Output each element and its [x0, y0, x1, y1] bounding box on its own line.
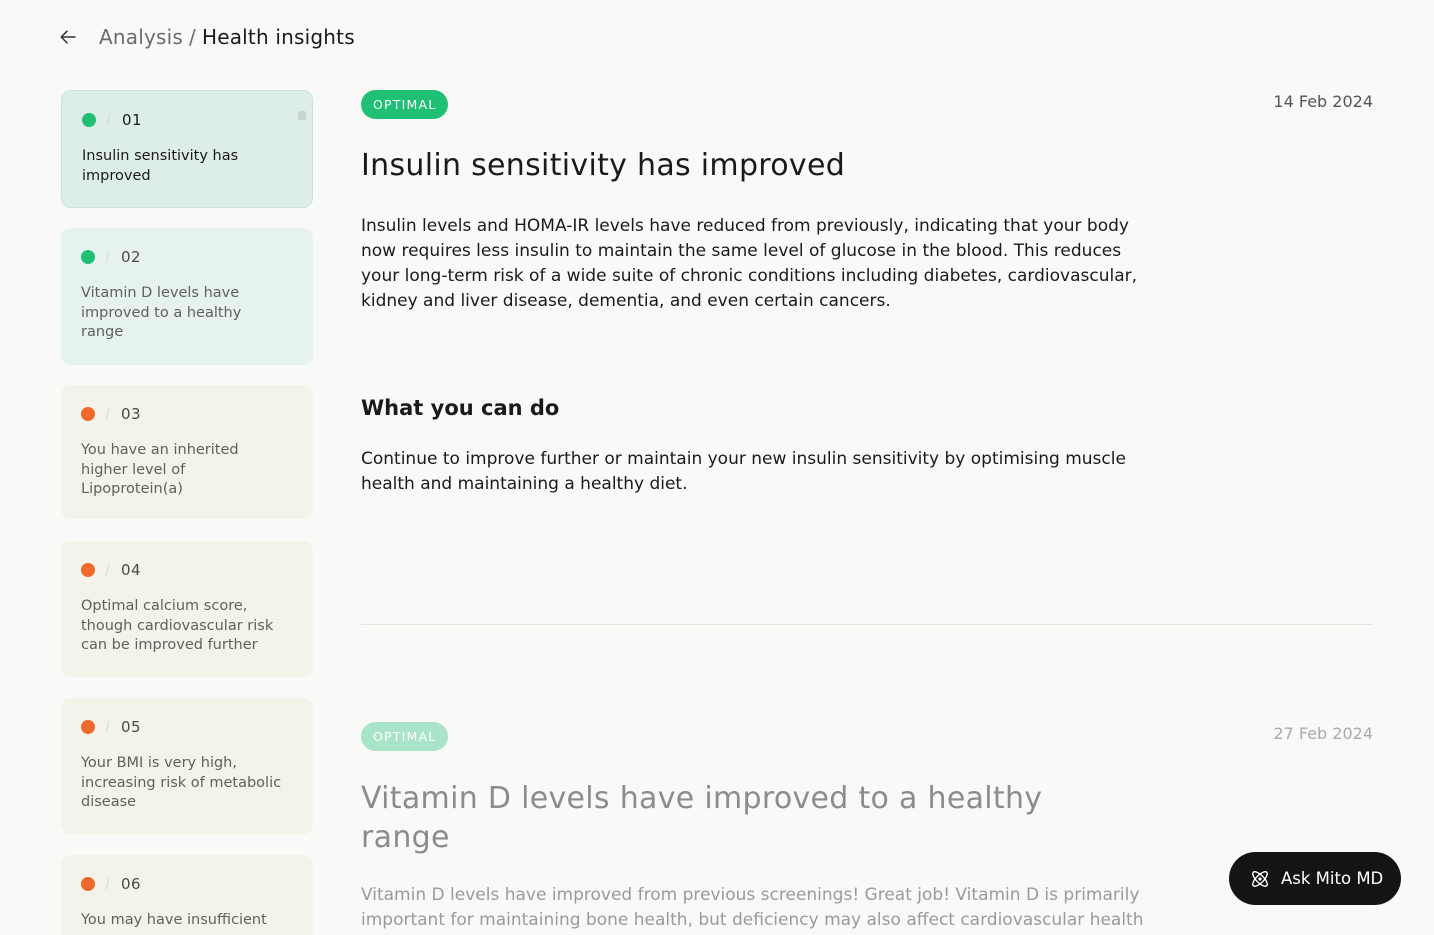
sidebar-item-number: 03 — [121, 405, 142, 423]
sidebar-item-label: Insulin sensitivity has improved — [82, 148, 239, 184]
breadcrumb-current: Health insights — [201, 25, 355, 49]
sidebar-item-number: 05 — [121, 718, 142, 736]
divider-slash — [105, 408, 110, 420]
divider-slash — [105, 564, 110, 576]
sidebar-item-06[interactable]: 06 You may have insufficient — [61, 855, 313, 935]
divider-slash — [105, 251, 110, 263]
sidebar-item-label: Vitamin D levels have improved to a heal… — [81, 285, 242, 340]
arrow-left-icon — [60, 30, 76, 44]
sidebar-item-04[interactable]: 04 Optimal calcium score, though cardiov… — [61, 541, 313, 677]
sidebar-item-number: 01 — [122, 111, 143, 129]
status-dot-orange — [81, 720, 95, 734]
breadcrumb: Analysis / Health insights — [99, 25, 355, 49]
action-description: Continue to improve further or maintain … — [361, 449, 1126, 494]
sidebar-item-03[interactable]: 03 You have an inherited higher level of… — [61, 385, 313, 519]
status-badge: OPTIMAL — [361, 90, 449, 119]
sidebar-item-number: 02 — [121, 248, 142, 266]
status-dot-orange — [81, 563, 95, 577]
sidebar-item-label: Your BMI is very high, increasing risk o… — [81, 755, 282, 810]
divider-slash — [105, 721, 110, 733]
insight-description: Vitamin D levels have improved from prev… — [361, 885, 1144, 930]
sidebar-item-02[interactable]: 02 Vitamin D levels have improved to a h… — [61, 228, 313, 365]
sidebar-item-number: 04 — [121, 561, 142, 579]
divider-slash — [106, 114, 111, 126]
status-dot-green — [82, 113, 96, 127]
insight-description: Insulin levels and HOMA-IR levels have r… — [361, 216, 1138, 311]
status-dot-green — [81, 250, 95, 264]
sidebar-item-05[interactable]: 05 Your BMI is very high, increasing ris… — [61, 698, 313, 834]
ask-button-label: Ask Mito MD — [1281, 869, 1384, 888]
insight-date: 14 Feb 2024 — [1273, 92, 1373, 111]
sidebar-item-number: 06 — [121, 875, 142, 893]
status-dot-orange — [81, 407, 95, 421]
section-divider — [361, 624, 1373, 625]
sidebar-item-label: You may have insufficient — [81, 912, 267, 928]
atom-icon — [1252, 870, 1268, 887]
divider-slash — [105, 878, 110, 890]
insight-date: 27 Feb 2024 — [1273, 724, 1373, 743]
scroll-indicator[interactable] — [298, 111, 306, 120]
breadcrumb-separator: / — [189, 25, 196, 49]
back-button[interactable] — [56, 25, 80, 49]
action-heading: What you can do — [361, 396, 560, 420]
sidebar-item-01[interactable]: 01 Insulin sensitivity has improved — [61, 90, 313, 208]
insight-title: Vitamin D levels have improved to a heal… — [361, 781, 1043, 855]
status-dot-orange — [81, 877, 95, 891]
sidebar-item-label: You have an inherited higher level of Li… — [81, 442, 239, 497]
breadcrumb-analysis[interactable]: Analysis — [99, 25, 183, 49]
header: Analysis / Health insights — [56, 22, 355, 52]
insight-title: Insulin sensitivity has improved — [361, 148, 846, 183]
sidebar-item-label: Optimal calcium score, though cardiovasc… — [81, 598, 274, 653]
ask-mito-md-button[interactable]: Ask Mito MD — [1229, 852, 1401, 905]
status-badge: OPTIMAL — [361, 722, 449, 751]
